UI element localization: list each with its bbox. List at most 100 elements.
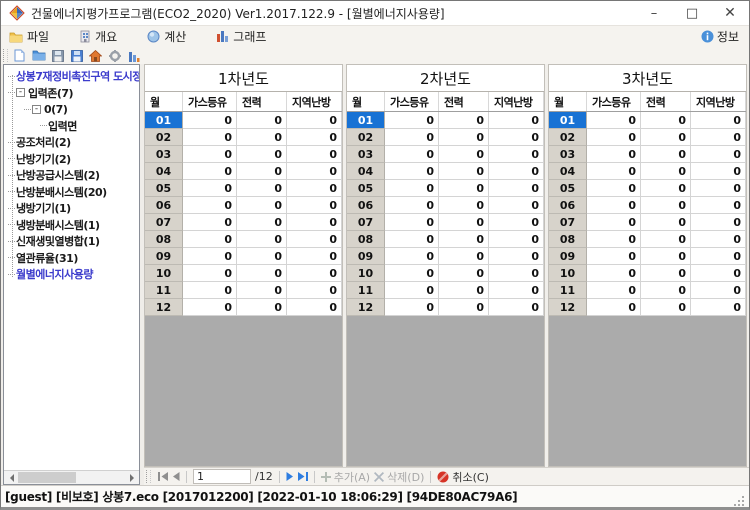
month-cell[interactable]: 10 <box>347 265 385 282</box>
value-cell[interactable]: 0 <box>489 180 544 197</box>
value-cell[interactable]: 0 <box>641 265 691 282</box>
value-cell[interactable]: 0 <box>183 265 237 282</box>
sidebar-horizontal-scrollbar[interactable] <box>4 470 139 484</box>
value-cell[interactable]: 0 <box>385 299 439 316</box>
tree-item[interactable]: 냉방기기(1) <box>4 200 139 217</box>
save-as-icon[interactable] <box>68 48 85 63</box>
value-cell[interactable]: 0 <box>587 163 641 180</box>
value-cell[interactable]: 0 <box>587 112 641 129</box>
month-cell[interactable]: 06 <box>549 197 587 214</box>
month-cell[interactable]: 09 <box>347 248 385 265</box>
value-cell[interactable]: 0 <box>489 231 544 248</box>
value-cell[interactable]: 0 <box>489 265 544 282</box>
value-cell[interactable]: 0 <box>237 112 287 129</box>
value-cell[interactable]: 0 <box>183 112 237 129</box>
value-cell[interactable]: 0 <box>183 231 237 248</box>
month-cell[interactable]: 09 <box>145 248 183 265</box>
month-cell[interactable]: 10 <box>145 265 183 282</box>
value-cell[interactable]: 0 <box>641 248 691 265</box>
value-cell[interactable]: 0 <box>183 197 237 214</box>
tree-item[interactable]: 난방공급시스템(2) <box>4 167 139 184</box>
month-cell[interactable]: 11 <box>145 282 183 299</box>
next-page-button[interactable] <box>286 472 294 481</box>
scrollbar-track[interactable] <box>18 471 125 484</box>
tree-item[interactable]: -입력존(7) <box>4 85 139 102</box>
value-cell[interactable]: 0 <box>237 163 287 180</box>
value-cell[interactable]: 0 <box>237 197 287 214</box>
value-cell[interactable]: 0 <box>489 146 544 163</box>
value-cell[interactable]: 0 <box>385 248 439 265</box>
value-cell[interactable]: 0 <box>287 163 342 180</box>
cancel-button[interactable]: 취소(C) <box>437 469 489 485</box>
menu-item-file[interactable]: 파일 <box>9 28 49 45</box>
value-cell[interactable]: 0 <box>587 180 641 197</box>
month-cell[interactable]: 08 <box>549 231 587 248</box>
value-cell[interactable]: 0 <box>691 197 746 214</box>
value-cell[interactable]: 0 <box>183 129 237 146</box>
value-cell[interactable]: 0 <box>183 248 237 265</box>
value-cell[interactable]: 0 <box>287 231 342 248</box>
value-cell[interactable]: 0 <box>439 197 489 214</box>
tree-item[interactable]: 난방분배시스템(20) <box>4 184 139 201</box>
tree-item[interactable]: -0(7) <box>4 101 139 118</box>
value-cell[interactable]: 0 <box>489 129 544 146</box>
value-cell[interactable]: 0 <box>237 299 287 316</box>
value-cell[interactable]: 0 <box>587 299 641 316</box>
value-cell[interactable]: 0 <box>691 214 746 231</box>
value-cell[interactable]: 0 <box>183 214 237 231</box>
value-cell[interactable]: 0 <box>439 180 489 197</box>
value-cell[interactable]: 0 <box>641 197 691 214</box>
value-cell[interactable]: 0 <box>587 146 641 163</box>
value-cell[interactable]: 0 <box>691 163 746 180</box>
value-cell[interactable]: 0 <box>385 112 439 129</box>
value-cell[interactable]: 0 <box>691 129 746 146</box>
month-cell[interactable]: 12 <box>347 299 385 316</box>
month-cell[interactable]: 08 <box>145 231 183 248</box>
add-record-button[interactable]: 추가(A) <box>321 469 370 485</box>
value-cell[interactable]: 0 <box>691 265 746 282</box>
month-cell[interactable]: 02 <box>549 129 587 146</box>
menu-item-overview[interactable]: 개요 <box>79 28 117 45</box>
value-cell[interactable]: 0 <box>641 129 691 146</box>
month-cell[interactable]: 03 <box>145 146 183 163</box>
tree-expander-icon[interactable]: - <box>32 105 41 114</box>
month-cell[interactable]: 05 <box>145 180 183 197</box>
value-cell[interactable]: 0 <box>237 214 287 231</box>
value-cell[interactable]: 0 <box>237 282 287 299</box>
value-cell[interactable]: 0 <box>385 129 439 146</box>
resize-grip-icon[interactable] <box>733 495 745 507</box>
value-cell[interactable]: 0 <box>641 146 691 163</box>
value-cell[interactable]: 0 <box>439 248 489 265</box>
month-cell[interactable]: 08 <box>347 231 385 248</box>
settings-icon[interactable] <box>106 48 123 63</box>
value-cell[interactable]: 0 <box>287 197 342 214</box>
maximize-button[interactable]: □ <box>673 1 711 25</box>
value-cell[interactable]: 0 <box>489 248 544 265</box>
menu-item-graph[interactable]: 그래프 <box>216 28 266 45</box>
value-cell[interactable]: 0 <box>641 214 691 231</box>
value-cell[interactable]: 0 <box>287 180 342 197</box>
tree-item[interactable]: 냉방분배시스템(1) <box>4 217 139 234</box>
delete-record-button[interactable]: 삭제(D) <box>374 469 424 485</box>
value-cell[interactable]: 0 <box>587 231 641 248</box>
value-cell[interactable]: 0 <box>641 231 691 248</box>
value-cell[interactable]: 0 <box>587 129 641 146</box>
value-cell[interactable]: 0 <box>691 180 746 197</box>
value-cell[interactable]: 0 <box>183 146 237 163</box>
value-cell[interactable]: 0 <box>385 180 439 197</box>
tree-item[interactable]: 입력면 <box>4 118 139 135</box>
value-cell[interactable]: 0 <box>489 163 544 180</box>
month-cell[interactable]: 11 <box>347 282 385 299</box>
page-number-input[interactable] <box>193 469 251 484</box>
value-cell[interactable]: 0 <box>287 129 342 146</box>
month-cell[interactable]: 10 <box>549 265 587 282</box>
chart-icon[interactable] <box>125 48 142 63</box>
minimize-button[interactable]: – <box>635 1 673 25</box>
month-cell[interactable]: 06 <box>145 197 183 214</box>
month-cell[interactable]: 04 <box>549 163 587 180</box>
value-cell[interactable]: 0 <box>489 282 544 299</box>
tree-item[interactable]: 열관류율(31) <box>4 250 139 267</box>
value-cell[interactable]: 0 <box>385 231 439 248</box>
value-cell[interactable]: 0 <box>237 146 287 163</box>
value-cell[interactable]: 0 <box>439 112 489 129</box>
